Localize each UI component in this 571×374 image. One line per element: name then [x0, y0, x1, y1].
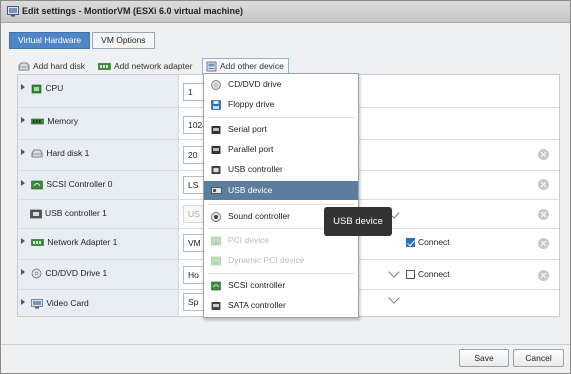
tab-strip: Virtual Hardware VM Options — [9, 32, 155, 49]
sata-icon — [211, 302, 221, 310]
memory-icon — [31, 118, 45, 125]
video-row-label[interactable]: Video Card — [20, 298, 89, 309]
floppy-icon — [211, 100, 221, 110]
menu-item-usb-device[interactable]: USB device — [204, 181, 358, 200]
hard-disk-icon — [31, 149, 43, 158]
menu-item-label: PCI device — [228, 235, 270, 245]
cpu-label: CPU — [45, 83, 64, 93]
hard-disk-label: Hard disk 1 — [46, 148, 90, 158]
remove-hard-disk-button[interactable] — [538, 149, 549, 160]
menu-item-usb-controller[interactable]: USB controller — [204, 160, 358, 179]
video-card-icon — [31, 298, 44, 309]
scsi-row-label[interactable]: SCSI Controller 0 — [20, 179, 113, 190]
expand-caret-icon[interactable] — [21, 180, 25, 186]
expand-caret-icon[interactable] — [21, 149, 25, 155]
expand-caret-icon[interactable] — [21, 299, 25, 305]
network-connect-label: Connect — [418, 237, 450, 247]
cdrom-label: CD/DVD Drive 1 — [45, 268, 108, 278]
expand-caret-icon[interactable] — [21, 269, 25, 275]
add-other-device-button[interactable]: Add other device — [202, 58, 289, 74]
network-adapter-icon — [98, 63, 111, 71]
expand-caret-icon[interactable] — [21, 117, 25, 123]
add-hard-disk-label: Add hard disk — [33, 61, 85, 71]
menu-item-serial-port[interactable]: Serial port — [204, 120, 358, 139]
dynamic-pci-icon — [211, 256, 221, 266]
footer-divider — [1, 344, 570, 345]
menu-item-parallel-port[interactable]: Parallel port — [204, 140, 358, 159]
video-label: Video Card — [46, 298, 89, 308]
add-network-adapter-label: Add network adapter — [114, 61, 193, 71]
memory-row-label[interactable]: Memory — [20, 116, 78, 126]
dialog-title: Edit settings - MontiorVM (ESXi 6.0 virt… — [22, 6, 244, 16]
add-other-device-label: Add other device — [220, 61, 284, 71]
cpu-icon — [32, 84, 42, 94]
menu-item-label: CD/DVD drive — [228, 79, 282, 89]
expand-caret-icon[interactable] — [21, 238, 25, 244]
scsi-controller-icon — [31, 180, 44, 190]
network-connect-checkbox[interactable] — [406, 238, 415, 247]
menu-divider — [208, 117, 354, 118]
edit-settings-dialog: Edit settings - MontiorVM (ESXi 6.0 virt… — [0, 0, 571, 374]
menu-item-sata-controller[interactable]: SATA controller — [204, 296, 358, 315]
scsi-label: SCSI Controller 0 — [46, 179, 113, 189]
add-network-adapter-button[interactable]: Add network adapter — [98, 59, 192, 73]
menu-item-label: Dynamic PCI device — [228, 255, 305, 265]
menu-item-label: USB device — [228, 185, 273, 195]
usb-controller-icon — [30, 209, 42, 219]
network-adapter-icon — [31, 239, 45, 247]
menu-item-dynamic-pci-device: Dynamic PCI device — [204, 251, 358, 270]
save-button[interactable]: Save — [459, 349, 509, 367]
cdrom-connect-label: Connect — [418, 269, 450, 279]
cancel-button[interactable]: Cancel — [513, 349, 564, 367]
tab-virtual-hardware[interactable]: Virtual Hardware — [9, 32, 91, 49]
pci-icon — [211, 236, 221, 246]
menu-item-label: Parallel port — [228, 144, 274, 154]
cdrom-row-label[interactable]: CD/DVD Drive 1 — [20, 268, 107, 279]
usb-label: USB controller 1 — [45, 208, 107, 218]
vm-icon — [7, 6, 19, 17]
sound-icon — [211, 212, 221, 222]
chevron-down-icon[interactable] — [388, 266, 400, 278]
hard-disk-row-label[interactable]: Hard disk 1 — [20, 148, 89, 158]
menu-item-label: USB controller — [228, 164, 283, 174]
remove-cd-dvd-button[interactable] — [538, 270, 549, 281]
cd-icon — [211, 80, 221, 90]
usb-controller-icon — [211, 166, 221, 174]
other-device-icon — [206, 61, 217, 72]
hard-disk-icon — [18, 62, 30, 71]
expand-caret-icon[interactable] — [21, 84, 25, 90]
network-row-label[interactable]: Network Adapter 1 — [20, 237, 117, 247]
usb-device-tooltip: USB device — [324, 207, 392, 236]
menu-item-label: Floppy drive — [228, 99, 275, 109]
add-other-device-menu: CD/DVD drive Floppy drive Serial port Pa… — [203, 73, 359, 318]
menu-item-floppy-drive[interactable]: Floppy drive — [204, 95, 358, 114]
remove-network-adapter-button[interactable] — [538, 238, 549, 249]
scsi-icon — [211, 281, 221, 291]
menu-item-label: SATA controller — [228, 300, 286, 310]
menu-item-scsi-controller[interactable]: SCSI controller — [204, 276, 358, 295]
chevron-down-icon[interactable] — [388, 292, 400, 304]
cd-icon — [32, 268, 42, 279]
menu-item-label: SCSI controller — [228, 280, 286, 290]
cdrom-connect-checkbox[interactable] — [406, 270, 415, 279]
parallel-port-icon — [211, 146, 221, 154]
memory-label: Memory — [47, 116, 79, 126]
title-bar: Edit settings - MontiorVM (ESXi 6.0 virt… — [1, 1, 570, 23]
menu-item-cd-dvd-drive[interactable]: CD/DVD drive — [204, 75, 358, 94]
add-hard-disk-button[interactable]: Add hard disk — [18, 59, 85, 73]
menu-divider — [208, 204, 354, 205]
cpu-row-label[interactable]: CPU — [20, 83, 63, 94]
menu-item-label: Serial port — [228, 124, 267, 134]
usb-device-icon — [211, 187, 222, 194]
menu-item-label: Sound controller — [228, 211, 290, 221]
tab-vm-options[interactable]: VM Options — [92, 32, 155, 49]
menu-divider — [208, 273, 354, 274]
remove-usb-controller-button[interactable] — [538, 209, 549, 220]
network-label: Network Adapter 1 — [47, 237, 118, 247]
usb-row-label: USB controller 1 — [30, 208, 107, 219]
remove-scsi-button[interactable] — [538, 179, 549, 190]
serial-port-icon — [211, 126, 221, 134]
